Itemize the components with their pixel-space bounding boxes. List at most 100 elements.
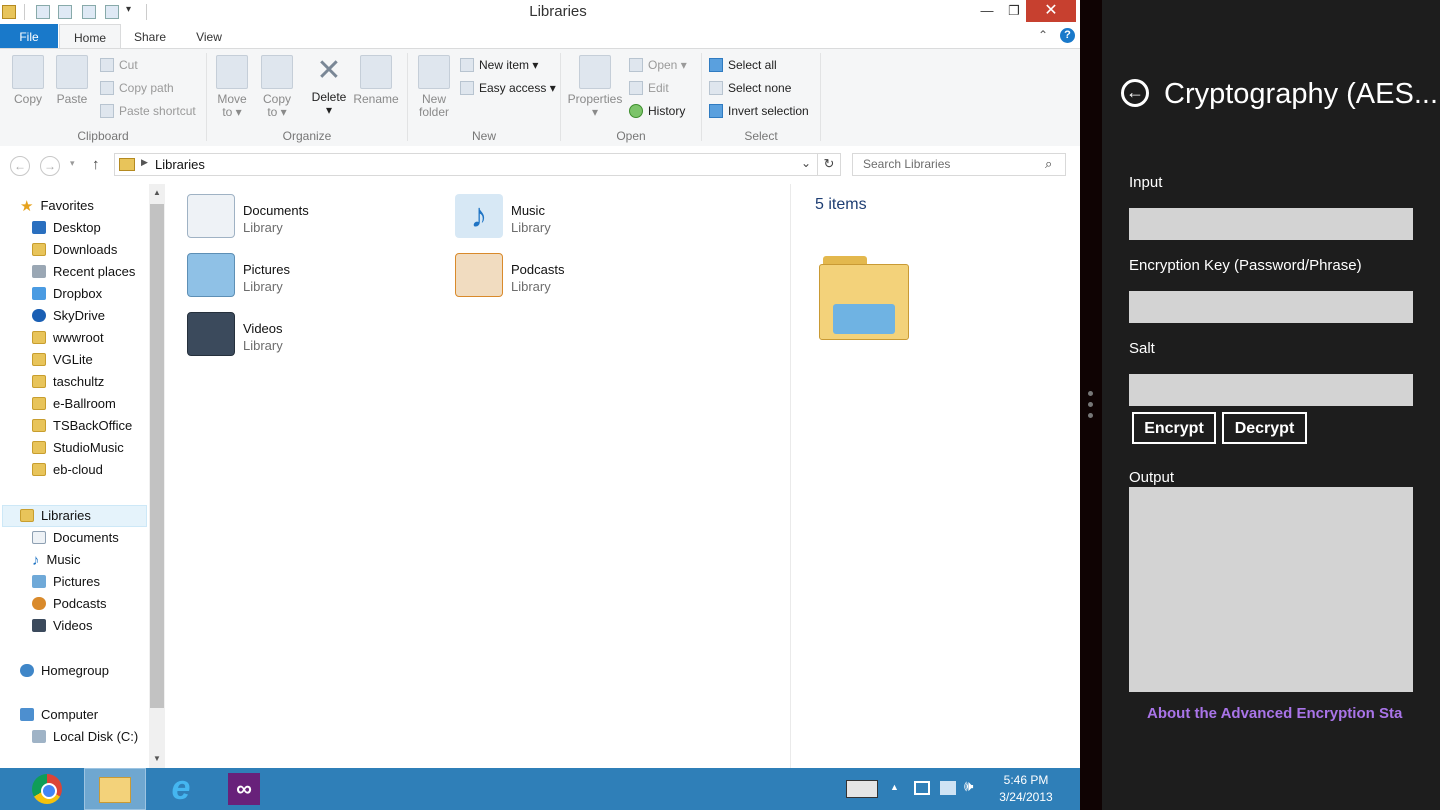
tree-label: Homegroup — [41, 663, 109, 678]
copy-to-button[interactable]: Copy to ▾ — [257, 55, 297, 119]
tree-item-desktop[interactable]: Desktop — [32, 217, 101, 239]
tree-item-wwwroot[interactable]: wwwroot — [32, 327, 104, 349]
volume-icon[interactable]: 🕪 — [964, 778, 973, 795]
tree-item-local-disk[interactable]: Local Disk (C:) — [32, 726, 138, 748]
library-item-documents[interactable]: Documents Library — [187, 194, 407, 244]
tab-share[interactable]: Share — [122, 24, 178, 48]
easy-access-button[interactable]: Easy access ▾ — [460, 79, 556, 97]
ribbon-tabs: File Home Share View ⌃ ? — [0, 24, 1080, 50]
back-icon[interactable]: ← — [10, 156, 30, 176]
refresh-icon[interactable]: ↻ — [817, 153, 841, 176]
tree-item-skydrive[interactable]: SkyDrive — [32, 305, 105, 327]
salt-field[interactable] — [1129, 374, 1413, 406]
close-button[interactable]: ✕ — [1026, 0, 1076, 22]
tree-label: Downloads — [53, 242, 118, 257]
scroll-down-icon[interactable]: ▼ — [153, 754, 161, 763]
forward-icon[interactable]: → — [40, 156, 60, 176]
network-icon[interactable] — [914, 781, 930, 795]
tree-item-music[interactable]: ♪ Music — [32, 549, 80, 571]
up-icon[interactable]: ↑ — [92, 156, 100, 173]
tree-item-downloads[interactable]: Downloads — [32, 239, 117, 261]
new-folder-button[interactable]: New folder — [413, 55, 455, 119]
tab-view[interactable]: View — [182, 24, 236, 48]
tree-item-e-ballroom[interactable]: e-Ballroom — [32, 393, 116, 415]
paste-shortcut-button[interactable]: Paste shortcut — [100, 102, 196, 120]
easy-access-icon — [460, 81, 474, 95]
tree-item-dropbox[interactable]: Dropbox — [32, 283, 102, 305]
encrypt-button[interactable]: Encrypt — [1132, 412, 1216, 444]
tree-item-pictures[interactable]: Pictures — [32, 571, 100, 593]
collapse-ribbon-icon[interactable]: ⌃ — [1038, 28, 1048, 42]
paste-button[interactable]: Paste — [52, 55, 92, 106]
tree-computer[interactable]: Computer — [20, 704, 98, 726]
move-to-button[interactable]: Move to ▾ — [212, 55, 252, 119]
decrypt-button[interactable]: Decrypt — [1222, 412, 1307, 444]
tree-item-videos[interactable]: Videos — [32, 615, 93, 637]
open-button[interactable]: Open ▾ — [629, 56, 687, 74]
about-aes-link[interactable]: About the Advanced Encryption Sta — [1147, 705, 1417, 722]
search-input[interactable]: Search Libraries — [863, 157, 950, 171]
breadcrumb[interactable]: Libraries — [155, 157, 205, 172]
select-all-button[interactable]: Select all — [709, 56, 777, 74]
tree-favorites[interactable]: ★ Favorites — [20, 195, 94, 217]
edit-button[interactable]: Edit — [629, 79, 669, 97]
encryption-key-field[interactable] — [1129, 291, 1413, 323]
invert-selection-button[interactable]: Invert selection — [709, 102, 809, 120]
tree-item-eb-cloud[interactable]: eb-cloud — [32, 459, 103, 481]
library-item-podcasts[interactable]: Podcasts Library — [455, 253, 675, 303]
tree-item-taschultz[interactable]: taschultz — [32, 371, 104, 393]
search-box[interactable]: Search Libraries ⌕ — [852, 153, 1066, 176]
tree-libraries[interactable]: Libraries — [20, 505, 91, 527]
folder-icon — [32, 419, 46, 432]
properties-button[interactable]: Properties ▾ — [566, 55, 624, 119]
clock[interactable]: 5:46 PM 3/24/2013 — [990, 772, 1062, 806]
new-item-button[interactable]: New item ▾ — [460, 56, 538, 74]
visual-studio-taskbar-button[interactable]: ∞ — [216, 768, 272, 810]
search-icon[interactable]: ⌕ — [1045, 156, 1052, 172]
cut-button[interactable]: Cut — [100, 56, 138, 74]
address-dropdown-icon[interactable]: ⌄ — [801, 156, 811, 170]
tree-item-vglite[interactable]: VGLite — [32, 349, 93, 371]
tab-file[interactable]: File — [0, 24, 58, 48]
library-item-pictures[interactable]: Pictures Library — [187, 253, 407, 303]
tree-item-podcasts[interactable]: Podcasts — [32, 593, 106, 615]
breadcrumb-arrow-icon[interactable]: ▶ — [141, 157, 148, 168]
tree-item-documents[interactable]: Documents — [32, 527, 119, 549]
scroll-up-icon[interactable]: ▲ — [153, 188, 161, 197]
nav-scrollbar-thumb[interactable] — [150, 204, 164, 708]
history-button[interactable]: History — [629, 102, 685, 120]
help-icon[interactable]: ? — [1060, 28, 1075, 43]
explorer-taskbar-button[interactable] — [84, 768, 146, 810]
output-field[interactable] — [1129, 487, 1413, 692]
tree-item-studiomusic[interactable]: StudioMusic — [32, 437, 124, 459]
library-item-videos[interactable]: Videos Library — [187, 312, 407, 362]
copy-button[interactable]: Copy — [8, 55, 48, 106]
dropbox-tray-icon[interactable] — [940, 781, 956, 795]
folder-icon — [32, 441, 46, 454]
snap-splitter[interactable] — [1080, 0, 1102, 810]
back-arrow-icon[interactable]: ← — [1121, 79, 1149, 107]
select-none-label: Select none — [728, 81, 792, 95]
delete-button[interactable]: ✕ Delete ▾ — [306, 55, 352, 117]
tree-label: Videos — [53, 618, 93, 633]
tree-item-recent-places[interactable]: Recent places — [32, 261, 135, 283]
select-none-button[interactable]: Select none — [709, 79, 791, 97]
group-label-select: Select — [744, 129, 778, 143]
input-field[interactable] — [1129, 208, 1413, 240]
tab-home[interactable]: Home — [59, 24, 121, 50]
chrome-taskbar-button[interactable] — [20, 768, 76, 810]
group-label-organize: Organize — [282, 129, 332, 143]
libraries-folder-icon — [119, 158, 135, 171]
library-item-music[interactable]: ♪ Music Library — [455, 194, 675, 244]
tree-homegroup[interactable]: Homegroup — [20, 660, 109, 682]
show-hidden-icons[interactable]: ▲ — [890, 782, 899, 792]
keyboard-icon[interactable] — [846, 780, 878, 798]
copy-label: Copy — [13, 92, 42, 106]
copy-path-button[interactable]: Copy path — [100, 79, 174, 97]
tree-item-tsbackoffice[interactable]: TSBackOffice — [32, 415, 132, 437]
item-name: Videos — [243, 321, 283, 336]
address-bar[interactable]: ▶ Libraries ⌄ — [114, 153, 841, 176]
rename-button[interactable]: Rename — [352, 55, 400, 106]
ie-taskbar-button[interactable]: e — [152, 768, 208, 810]
recent-locations-icon[interactable]: ▾ — [70, 158, 75, 169]
